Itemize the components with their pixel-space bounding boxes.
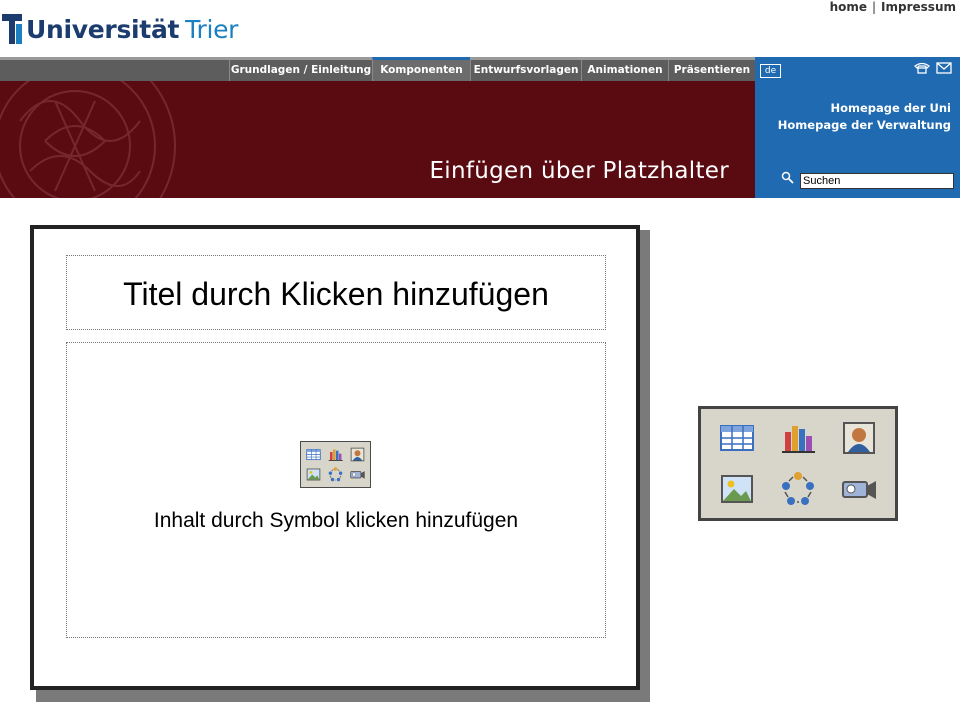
- logo-mark-icon: [2, 14, 22, 44]
- tab-grundlagen[interactable]: Grundlagen / Einleitung: [229, 60, 372, 81]
- insert-table-button[interactable]: [303, 444, 325, 465]
- zoomed-table-button[interactable]: [707, 413, 768, 464]
- search-icon: [781, 171, 794, 184]
- zoomed-picture-button[interactable]: [707, 464, 768, 515]
- zoomed-smartart-button[interactable]: [768, 464, 829, 515]
- impressum-link[interactable]: Impressum: [881, 0, 956, 14]
- insert-icon-palette-small: [300, 441, 371, 488]
- insert-clipart-button[interactable]: [346, 444, 368, 465]
- content-placeholder[interactable]: Inhalt durch Symbol klicken hinzufügen: [66, 342, 606, 638]
- contact-icons: [914, 62, 952, 74]
- phone-icon[interactable]: [914, 62, 930, 74]
- tab-komponenten[interactable]: Komponenten: [372, 57, 470, 81]
- university-seal-watermark: [0, 81, 176, 198]
- insert-smartart-button[interactable]: [325, 465, 347, 486]
- language-switch[interactable]: de: [760, 64, 781, 78]
- insert-media-button[interactable]: [346, 465, 368, 486]
- search-input[interactable]: [800, 173, 954, 189]
- picture-icon: [307, 468, 321, 481]
- clipart-icon: [842, 422, 875, 455]
- tab-animationen[interactable]: Animationen: [581, 60, 668, 81]
- picture-icon: [721, 474, 754, 503]
- tab-entwurfsvorlagen[interactable]: Entwurfsvorlagen: [470, 60, 581, 81]
- logo-text-bold: Universität: [26, 14, 180, 44]
- homepage-verwaltung-link[interactable]: Homepage der Verwaltung: [778, 118, 951, 132]
- insert-picture-button[interactable]: [303, 465, 325, 486]
- page-banner: Einfügen über Platzhalter: [0, 81, 755, 198]
- smartart-icon: [781, 471, 814, 505]
- zoomed-chart-button[interactable]: [768, 413, 829, 464]
- table-icon: [720, 425, 755, 452]
- side-panel: de Homepage der Uni Homepage der Verwalt…: [755, 57, 960, 198]
- title-placeholder[interactable]: Titel durch Klicken hinzufügen: [66, 255, 606, 330]
- university-logo[interactable]: Universität Trier: [2, 12, 238, 46]
- insert-icon-palette-zoomed: [698, 406, 898, 521]
- home-link[interactable]: home: [830, 0, 867, 14]
- nav-tab-row: Grundlagen / Einleitung Komponenten Entw…: [229, 57, 755, 81]
- logo-text: Universität Trier: [26, 15, 238, 44]
- mail-icon[interactable]: [936, 62, 952, 74]
- chart-icon: [328, 449, 343, 461]
- media-clip-icon: [841, 480, 876, 499]
- zoomed-clipart-button[interactable]: [828, 413, 889, 464]
- homepage-uni-link[interactable]: Homepage der Uni: [830, 101, 951, 115]
- insert-chart-button[interactable]: [325, 444, 347, 465]
- smartart-icon: [328, 467, 343, 482]
- chart-icon: [781, 426, 815, 454]
- top-links: home | Impressum: [830, 0, 956, 14]
- table-icon: [306, 448, 322, 460]
- title-placeholder-text: Titel durch Klicken hinzufügen: [123, 276, 549, 312]
- zoomed-media-button[interactable]: [828, 464, 889, 515]
- media-clip-icon: [349, 471, 365, 479]
- tab-praesentieren[interactable]: Präsentieren: [668, 60, 755, 81]
- top-links-separator: |: [872, 0, 877, 14]
- logo-text-light: Trier: [185, 14, 239, 44]
- page-title: Einfügen über Platzhalter: [429, 158, 729, 184]
- main-navigation: Grundlagen / Einleitung Komponenten Entw…: [0, 57, 755, 81]
- content-placeholder-text: Inhalt durch Symbol klicken hinzufügen: [153, 509, 519, 532]
- clipart-icon: [350, 447, 364, 462]
